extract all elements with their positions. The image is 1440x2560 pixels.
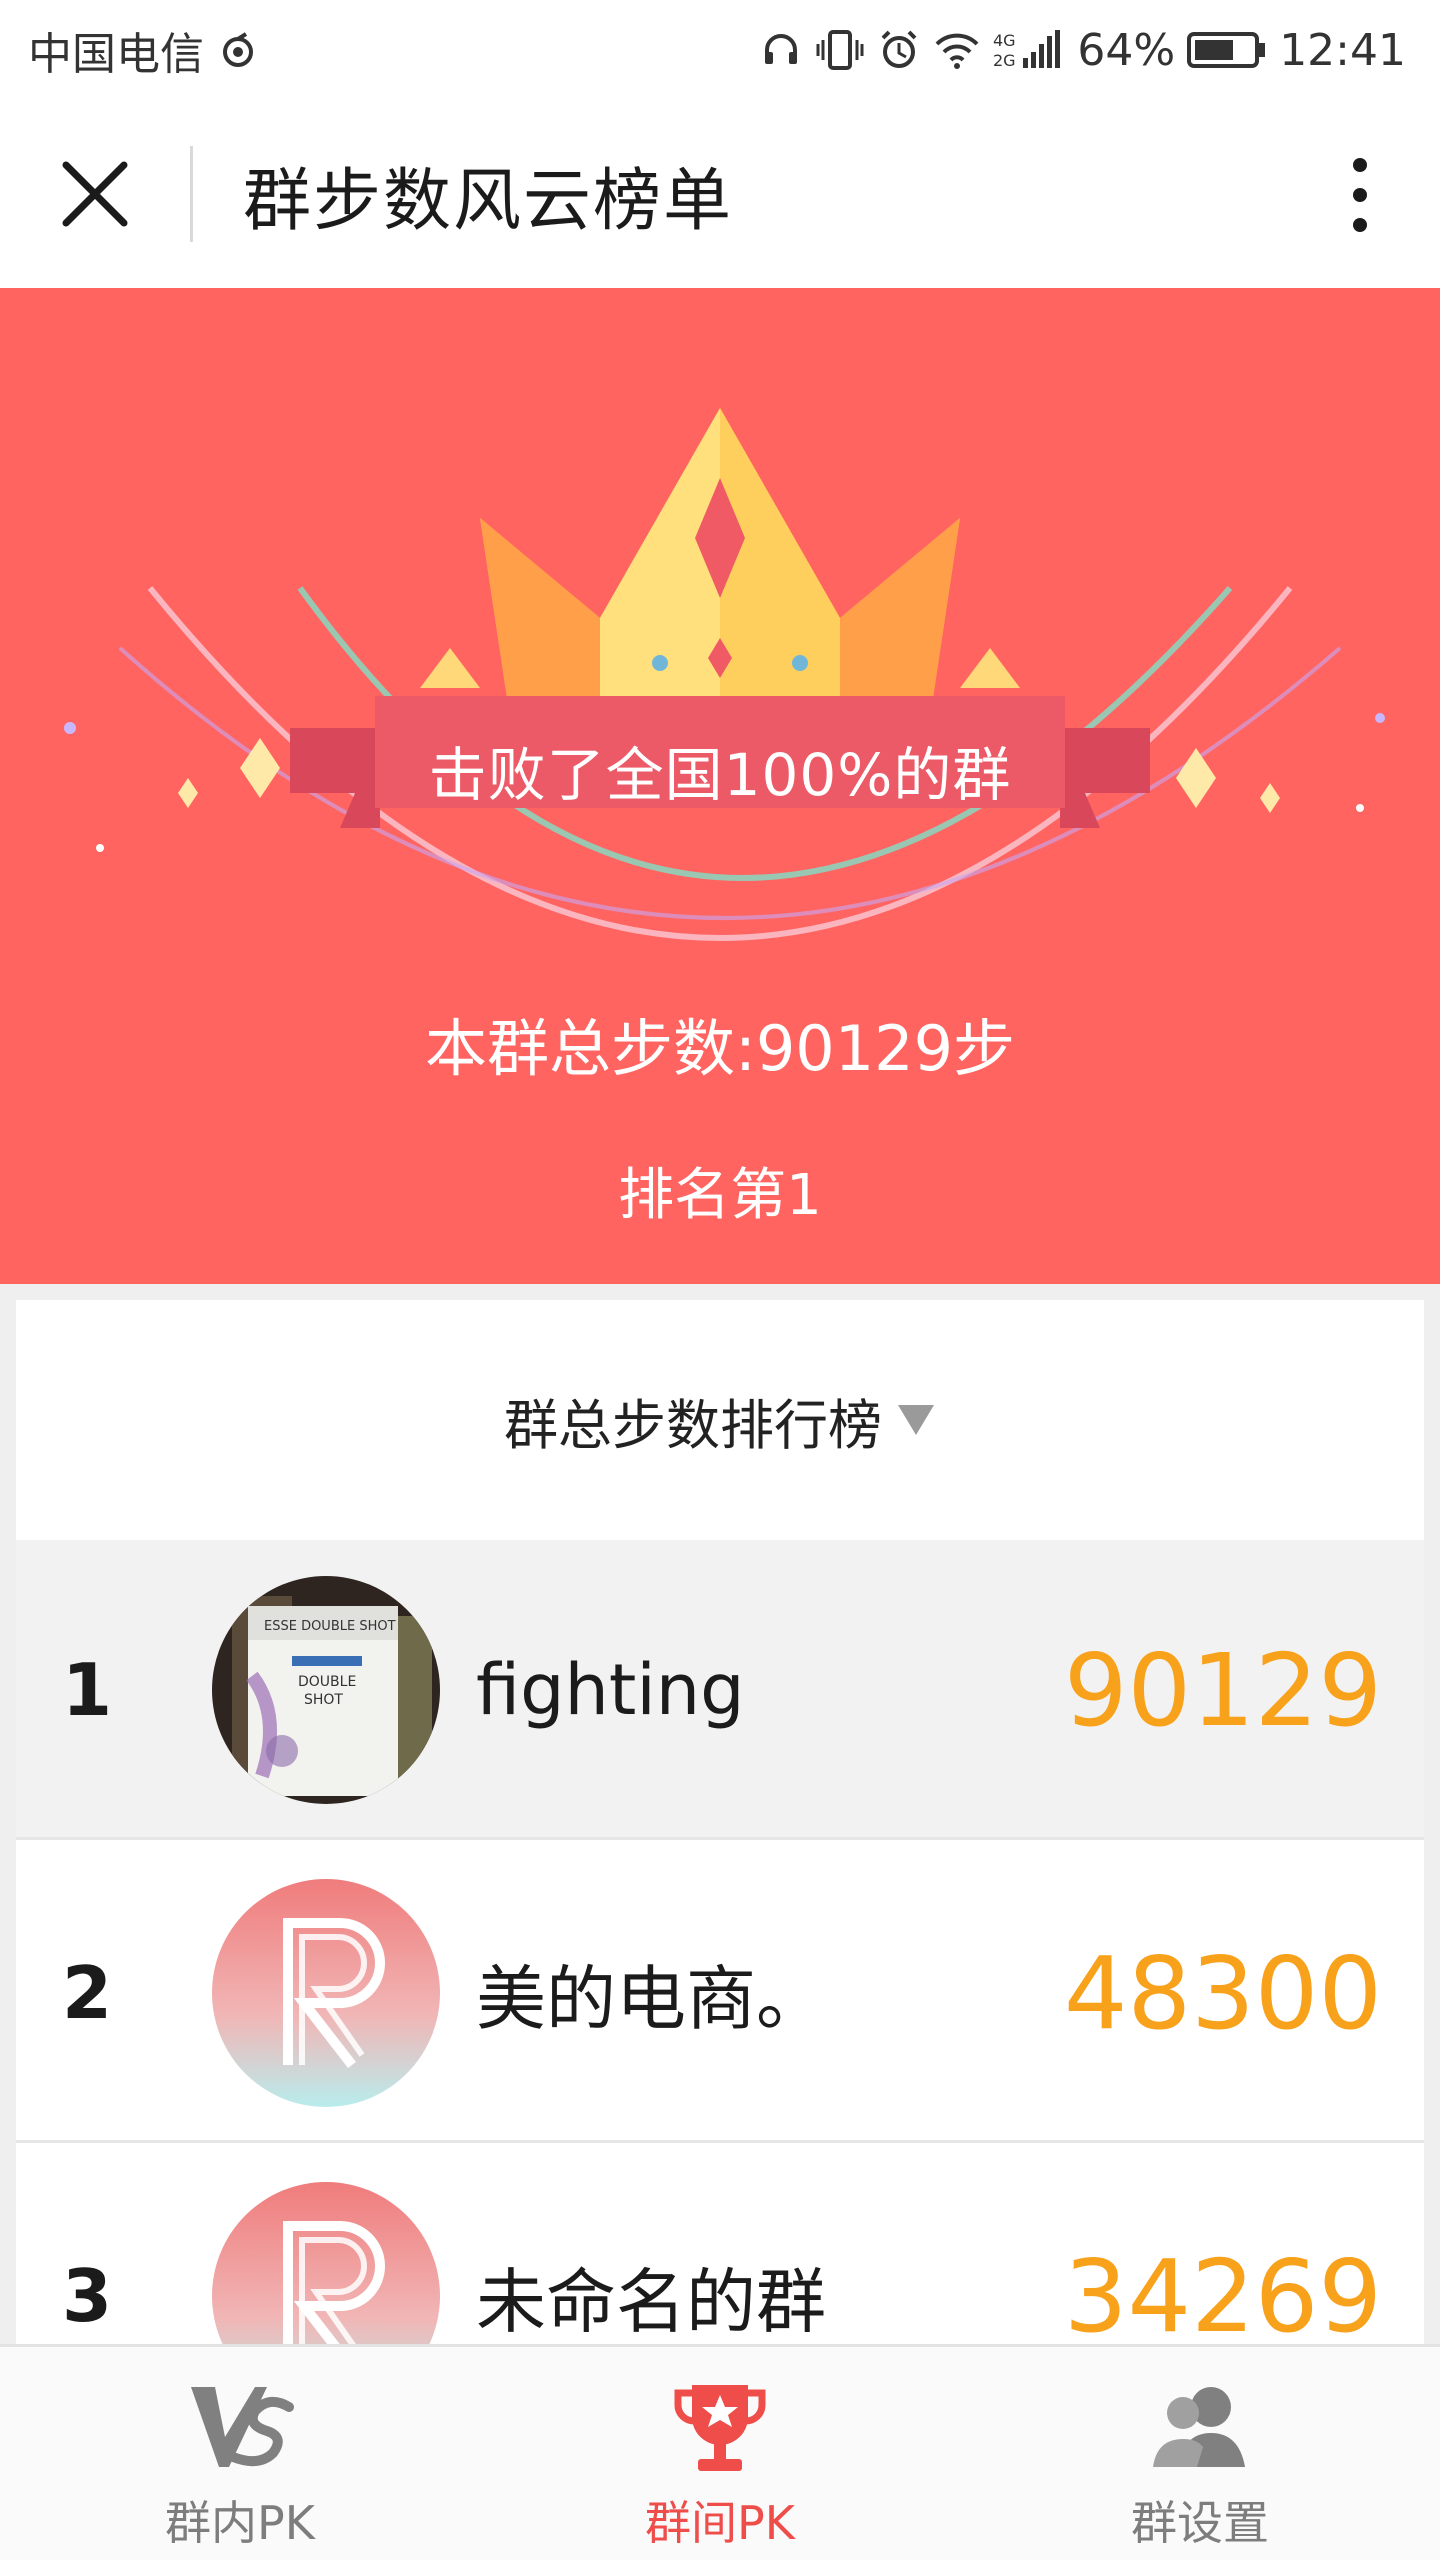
svg-text:SHOT: SHOT <box>304 1692 343 1708</box>
svg-text:ESSE DOUBLE SHOT: ESSE DOUBLE SHOT <box>264 1619 396 1634</box>
page-title: 群步数风云榜单 <box>243 161 734 241</box>
signal-icon: 4G 2G <box>993 28 1065 72</box>
rank-number: 1 <box>62 1648 113 1732</box>
carrier-label: 中国电信 <box>28 29 204 80</box>
defeat-percent-banner: 击败了全国100%的群 <box>428 741 1012 809</box>
group-name: fighting <box>476 1649 745 1731</box>
title-divider <box>190 146 193 242</box>
close-button[interactable] <box>0 100 190 288</box>
ranking-row[interactable]: 3 未命名的群 34269 <box>16 2146 1424 2344</box>
close-icon <box>62 161 128 227</box>
svg-text:4G: 4G <box>993 31 1016 50</box>
ranking-card: 群总步数排行榜 1 ESSE DOUBLE SHOT DOUBLE SHOT f… <box>16 1300 1424 2344</box>
tab-in-group-pk[interactable]: 群内PK <box>0 2347 480 2560</box>
ranking-header-label: 群总步数排行榜 <box>504 1393 882 1457</box>
vs-icon <box>191 2387 294 2467</box>
group-avatar <box>212 1879 440 2107</box>
group-total-steps: 本群总步数:90129步 <box>424 1012 1016 1085</box>
wifi-icon <box>933 28 981 72</box>
more-menu-button[interactable] <box>1320 140 1400 250</box>
group-avatar <box>212 2182 440 2344</box>
group-name: 未命名的群 <box>476 2260 826 2343</box>
battery-icon <box>1187 30 1267 70</box>
hero-banner: 击败了全国100%的群 本群总步数:90129步 排名第1 <box>0 288 1440 1284</box>
tab-label: 群设置 <box>1131 2496 1269 2550</box>
ranking-row[interactable]: 1 ESSE DOUBLE SHOT DOUBLE SHOT fighting … <box>16 1540 1424 1840</box>
title-bar: 群步数风云榜单 <box>0 100 1440 288</box>
group-steps: 48300 <box>1063 1934 1382 2052</box>
trophy-icon <box>674 2385 766 2471</box>
group-steps: 90129 <box>1063 1631 1382 1749</box>
status-bar: 中国电信 4G 2G 64% 12:41 <box>0 0 1440 100</box>
bottom-nav: 群内PK 群间PK 群设置 <box>0 2344 1440 2560</box>
caret-down-icon <box>896 1389 936 1452</box>
more-vertical-icon <box>1353 158 1367 232</box>
group-rank: 排名第1 <box>618 1163 822 1228</box>
users-icon <box>1153 2387 1245 2467</box>
group-avatar: ESSE DOUBLE SHOT DOUBLE SHOT <box>212 1576 440 1804</box>
headphones-icon <box>759 28 803 72</box>
rank-number: 3 <box>62 2254 113 2338</box>
ranking-sort-dropdown[interactable]: 群总步数排行榜 <box>16 1300 1424 1540</box>
tab-inter-group-pk[interactable]: 群间PK <box>480 2347 960 2560</box>
alarm-icon <box>877 28 921 72</box>
group-steps: 34269 <box>1063 2237 1382 2345</box>
svg-text:2G: 2G <box>993 51 1016 70</box>
vibrate-icon <box>815 28 865 72</box>
row-divider <box>16 1837 1424 1840</box>
row-divider <box>16 2140 1424 2143</box>
battery-percent: 64% <box>1077 24 1176 76</box>
group-name: 美的电商。 <box>476 1957 826 2040</box>
hd-call-icon <box>218 30 258 70</box>
svg-text:DOUBLE: DOUBLE <box>298 1674 356 1690</box>
clock: 12:41 <box>1279 24 1406 76</box>
rank-number: 2 <box>62 1951 113 2035</box>
tab-group-settings[interactable]: 群设置 <box>960 2347 1440 2560</box>
tab-label: 群间PK <box>645 2496 795 2550</box>
ranking-row[interactable]: 2 美的电商。 48300 <box>16 1843 1424 2143</box>
tab-label: 群内PK <box>165 2496 315 2550</box>
